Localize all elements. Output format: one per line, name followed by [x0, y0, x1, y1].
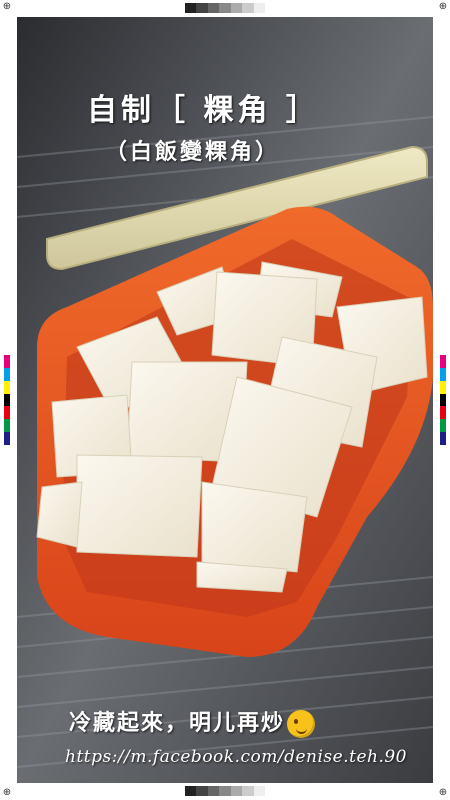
- post-title: 自制［ 粿角 ］: [87, 93, 320, 128]
- color-bar-right: [440, 355, 446, 446]
- color-bar-left: [4, 355, 10, 446]
- caption-text: 冷藏起來，明儿再炒: [69, 705, 316, 738]
- winking-face-emoji-icon: [287, 710, 316, 738]
- photo-frame: 自制［ 粿角 ］ （白飯變粿角） 冷藏起來，明儿再炒 https://m.fac…: [17, 17, 433, 783]
- registration-strip-top: [185, 3, 265, 13]
- post-subtitle: （白飯變粿角）: [105, 140, 281, 165]
- registration-mark-icon: ⊕: [2, 787, 12, 798]
- registration-mark-icon: ⊕: [438, 787, 448, 798]
- photo-scene: [17, 17, 433, 783]
- registration-mark-icon: ⊕: [438, 1, 448, 12]
- registration-mark-icon: ⊕: [2, 1, 12, 12]
- watermark-url: https://m.facebook.com/denise.teh.90: [65, 747, 407, 767]
- caption-label: 冷藏起來，明儿再炒: [69, 711, 286, 736]
- registration-strip-bottom: [185, 786, 265, 796]
